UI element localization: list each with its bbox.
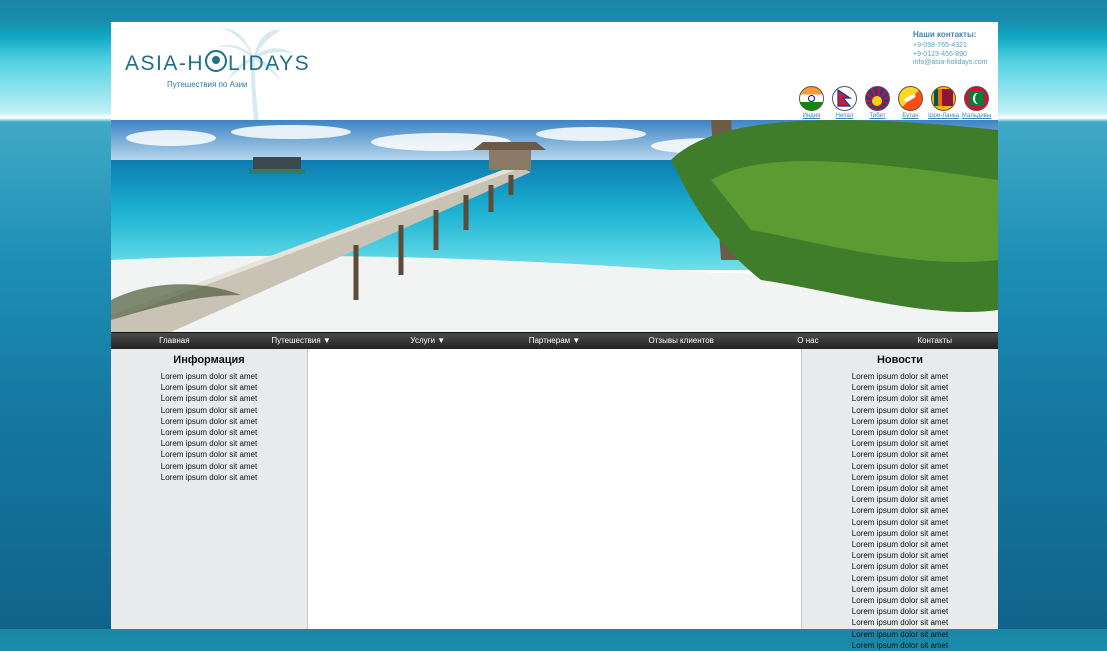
info-link[interactable]: Lorem ipsum dolor sit amet xyxy=(111,427,307,438)
flag-label: Бутан xyxy=(902,113,919,119)
india-flag-icon xyxy=(799,86,824,111)
news-link[interactable]: Lorem ipsum dolor sit amet xyxy=(802,595,998,606)
news-link[interactable]: Lorem ipsum dolor sit amet xyxy=(802,494,998,505)
info-link[interactable]: Lorem ipsum dolor sit amet xyxy=(111,449,307,460)
site-logo[interactable]: ASIA-H LIDAYS xyxy=(125,50,310,76)
sidebar-info: Информация Lorem ipsum dolor sit amet Lo… xyxy=(111,349,308,629)
info-link[interactable]: Lorem ipsum dolor sit amet xyxy=(111,405,307,416)
nav-item-home[interactable]: Главная xyxy=(111,333,238,349)
flag-label: Непал xyxy=(835,113,854,119)
main-nav: Главная Путешествия ▼ Услуги ▼ Партнерам… xyxy=(111,332,998,349)
news-link[interactable]: Lorem ipsum dolor sit amet xyxy=(802,629,998,640)
news-link[interactable]: Lorem ipsum dolor sit amet xyxy=(802,528,998,539)
flag-link-tibet[interactable]: Тибет xyxy=(861,86,894,119)
country-flags: Индия Непал Тибет Бутан Шри-Ланка Мальди… xyxy=(795,86,993,119)
contact-phone-1: +9-098-765-4321 xyxy=(913,42,967,49)
nav-item-services[interactable]: Услуги ▼ xyxy=(364,333,491,349)
news-link[interactable]: Lorem ipsum dolor sit amet xyxy=(802,382,998,393)
info-link[interactable]: Lorem ipsum dolor sit amet xyxy=(111,371,307,382)
sidebar-info-title: Информация xyxy=(173,354,245,366)
flag-label: Шри-Ланка xyxy=(928,113,959,119)
news-link[interactable]: Lorem ipsum dolor sit amet xyxy=(802,405,998,416)
maldives-flag-icon xyxy=(964,86,989,111)
nepal-flag-icon xyxy=(832,86,857,111)
news-link[interactable]: Lorem ipsum dolor sit amet xyxy=(802,393,998,404)
site-header: ASIA-H LIDAYS Путешествия по Азии Наши ко… xyxy=(111,22,998,122)
nav-item-contacts[interactable]: Контакты xyxy=(871,333,998,349)
nav-item-reviews[interactable]: Отзывы клиентов xyxy=(618,333,745,349)
flag-link-bhutan[interactable]: Бутан xyxy=(894,86,927,119)
flag-link-maldives[interactable]: Мальдивы xyxy=(960,86,993,119)
news-link[interactable]: Lorem ipsum dolor sit amet xyxy=(802,449,998,460)
main-content: Информация Lorem ipsum dolor sit amet Lo… xyxy=(111,349,998,650)
news-link[interactable]: Lorem ipsum dolor sit amet xyxy=(802,461,998,472)
news-link[interactable]: Lorem ipsum dolor sit amet xyxy=(802,573,998,584)
sidebar-news-title: Новости xyxy=(876,354,924,366)
news-link[interactable]: Lorem ipsum dolor sit amet xyxy=(802,427,998,438)
news-link[interactable]: Lorem ipsum dolor sit amet xyxy=(802,539,998,550)
news-list: Lorem ipsum dolor sit amet Lorem ipsum d… xyxy=(802,371,998,651)
contact-phone-2: +9-0123-456-890 xyxy=(913,50,967,58)
news-link[interactable]: Lorem ipsum dolor sit amet xyxy=(802,561,998,572)
news-link[interactable]: Lorem ipsum dolor sit amet xyxy=(802,472,998,483)
news-link[interactable]: Lorem ipsum dolor sit amet xyxy=(802,438,998,449)
info-list: Lorem ipsum dolor sit amet Lorem ipsum d… xyxy=(111,371,307,483)
news-link[interactable]: Lorem ipsum dolor sit amet xyxy=(802,550,998,561)
info-link[interactable]: Lorem ipsum dolor sit amet xyxy=(111,472,307,483)
globe-logo-icon xyxy=(205,50,228,72)
info-link[interactable]: Lorem ipsum dolor sit amet xyxy=(111,461,307,472)
main-column xyxy=(308,349,801,629)
flag-label: Мальдивы xyxy=(961,113,992,119)
flag-link-india[interactable]: Индия xyxy=(795,86,828,119)
news-link[interactable]: Lorem ipsum dolor sit amet xyxy=(802,517,998,528)
header-banner-image xyxy=(111,120,998,332)
nav-item-partners[interactable]: Партнерам ▼ xyxy=(491,333,618,349)
nav-item-about[interactable]: О нас xyxy=(745,333,872,349)
news-link[interactable]: Lorem ipsum dolor sit amet xyxy=(802,483,998,494)
news-link[interactable]: Lorem ipsum dolor sit amet xyxy=(802,505,998,516)
info-link[interactable]: Lorem ipsum dolor sit amet xyxy=(111,382,307,393)
tibet-flag-icon xyxy=(865,86,890,111)
info-link[interactable]: Lorem ipsum dolor sit amet xyxy=(111,393,307,404)
site-tagline: Путешествия по Азии xyxy=(167,80,248,89)
contacts-title: Наши контакты: xyxy=(913,30,977,39)
news-link[interactable]: Lorem ipsum dolor sit amet xyxy=(802,617,998,628)
flag-label: Индия xyxy=(802,113,821,119)
news-link[interactable]: Lorem ipsum dolor sit amet xyxy=(802,606,998,617)
flag-link-nepal[interactable]: Непал xyxy=(828,86,861,119)
sidebar-news: Новости Lorem ipsum dolor sit amet Lorem… xyxy=(801,349,998,650)
news-link[interactable]: Lorem ipsum dolor sit amet xyxy=(802,371,998,382)
bhutan-flag-icon xyxy=(898,86,923,111)
info-link[interactable]: Lorem ipsum dolor sit amet xyxy=(111,438,307,449)
news-link[interactable]: Lorem ipsum dolor sit amet xyxy=(802,584,998,595)
info-link[interactable]: Lorem ipsum dolor sit amet xyxy=(111,416,307,427)
flag-label: Тибет xyxy=(869,113,886,119)
news-link[interactable]: Lorem ipsum dolor sit amet xyxy=(802,640,998,651)
contacts-block: Наши контакты: +9-098-765-4321 +9-0123-4… xyxy=(913,30,987,68)
contact-email[interactable]: info@asia-holidays.com xyxy=(913,59,987,68)
page-container: ASIA-H LIDAYS Путешествия по Азии Наши ко… xyxy=(111,22,998,650)
flag-link-sri-lanka[interactable]: Шри-Ланка xyxy=(927,86,960,119)
news-link[interactable]: Lorem ipsum dolor sit amet xyxy=(802,416,998,427)
sri-lanka-flag-icon xyxy=(931,86,956,111)
nav-item-travel[interactable]: Путешествия ▼ xyxy=(238,333,365,349)
